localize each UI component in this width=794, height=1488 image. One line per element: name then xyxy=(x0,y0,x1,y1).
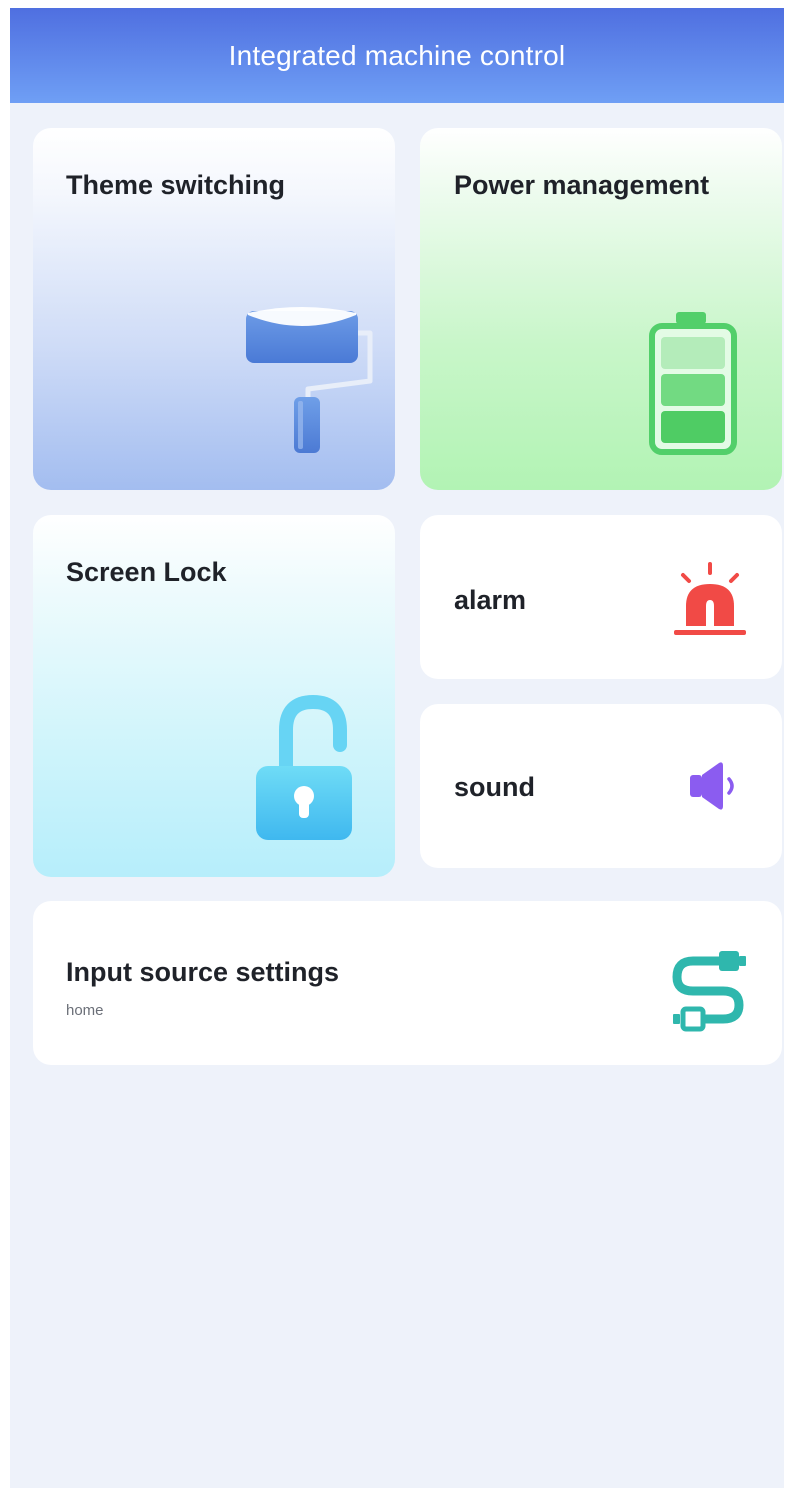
alarm-title: alarm xyxy=(454,585,527,615)
sound-card[interactable]: sound xyxy=(420,704,782,868)
alarm-siren-icon xyxy=(674,562,746,635)
input-source-value: home xyxy=(66,1002,104,1019)
page-title: Integrated machine control xyxy=(228,39,566,71)
speaker-icon xyxy=(690,762,734,810)
paint-roller-icon xyxy=(246,307,373,453)
input-source-settings-title: Input source settings xyxy=(66,957,340,987)
theme-switching-card[interactable]: Theme switching xyxy=(33,128,395,490)
screen-lock-card[interactable]: Screen Lock xyxy=(33,515,395,877)
input-source-settings-card[interactable]: Input source settings home xyxy=(33,901,782,1065)
power-management-title: Power management xyxy=(454,170,710,200)
app-screen: Integrated machine control Theme switchi… xyxy=(10,8,784,1488)
power-management-card[interactable]: Power management xyxy=(420,128,782,490)
alarm-card[interactable]: alarm xyxy=(420,515,782,679)
screen-lock-title: Screen Lock xyxy=(66,557,227,587)
battery-icon xyxy=(649,312,737,455)
sound-title: sound xyxy=(454,772,535,802)
app-header: Integrated machine control xyxy=(10,8,784,103)
unlocked-padlock-icon xyxy=(256,694,352,840)
theme-switching-title: Theme switching xyxy=(66,170,286,200)
cable-icon xyxy=(672,951,746,1032)
